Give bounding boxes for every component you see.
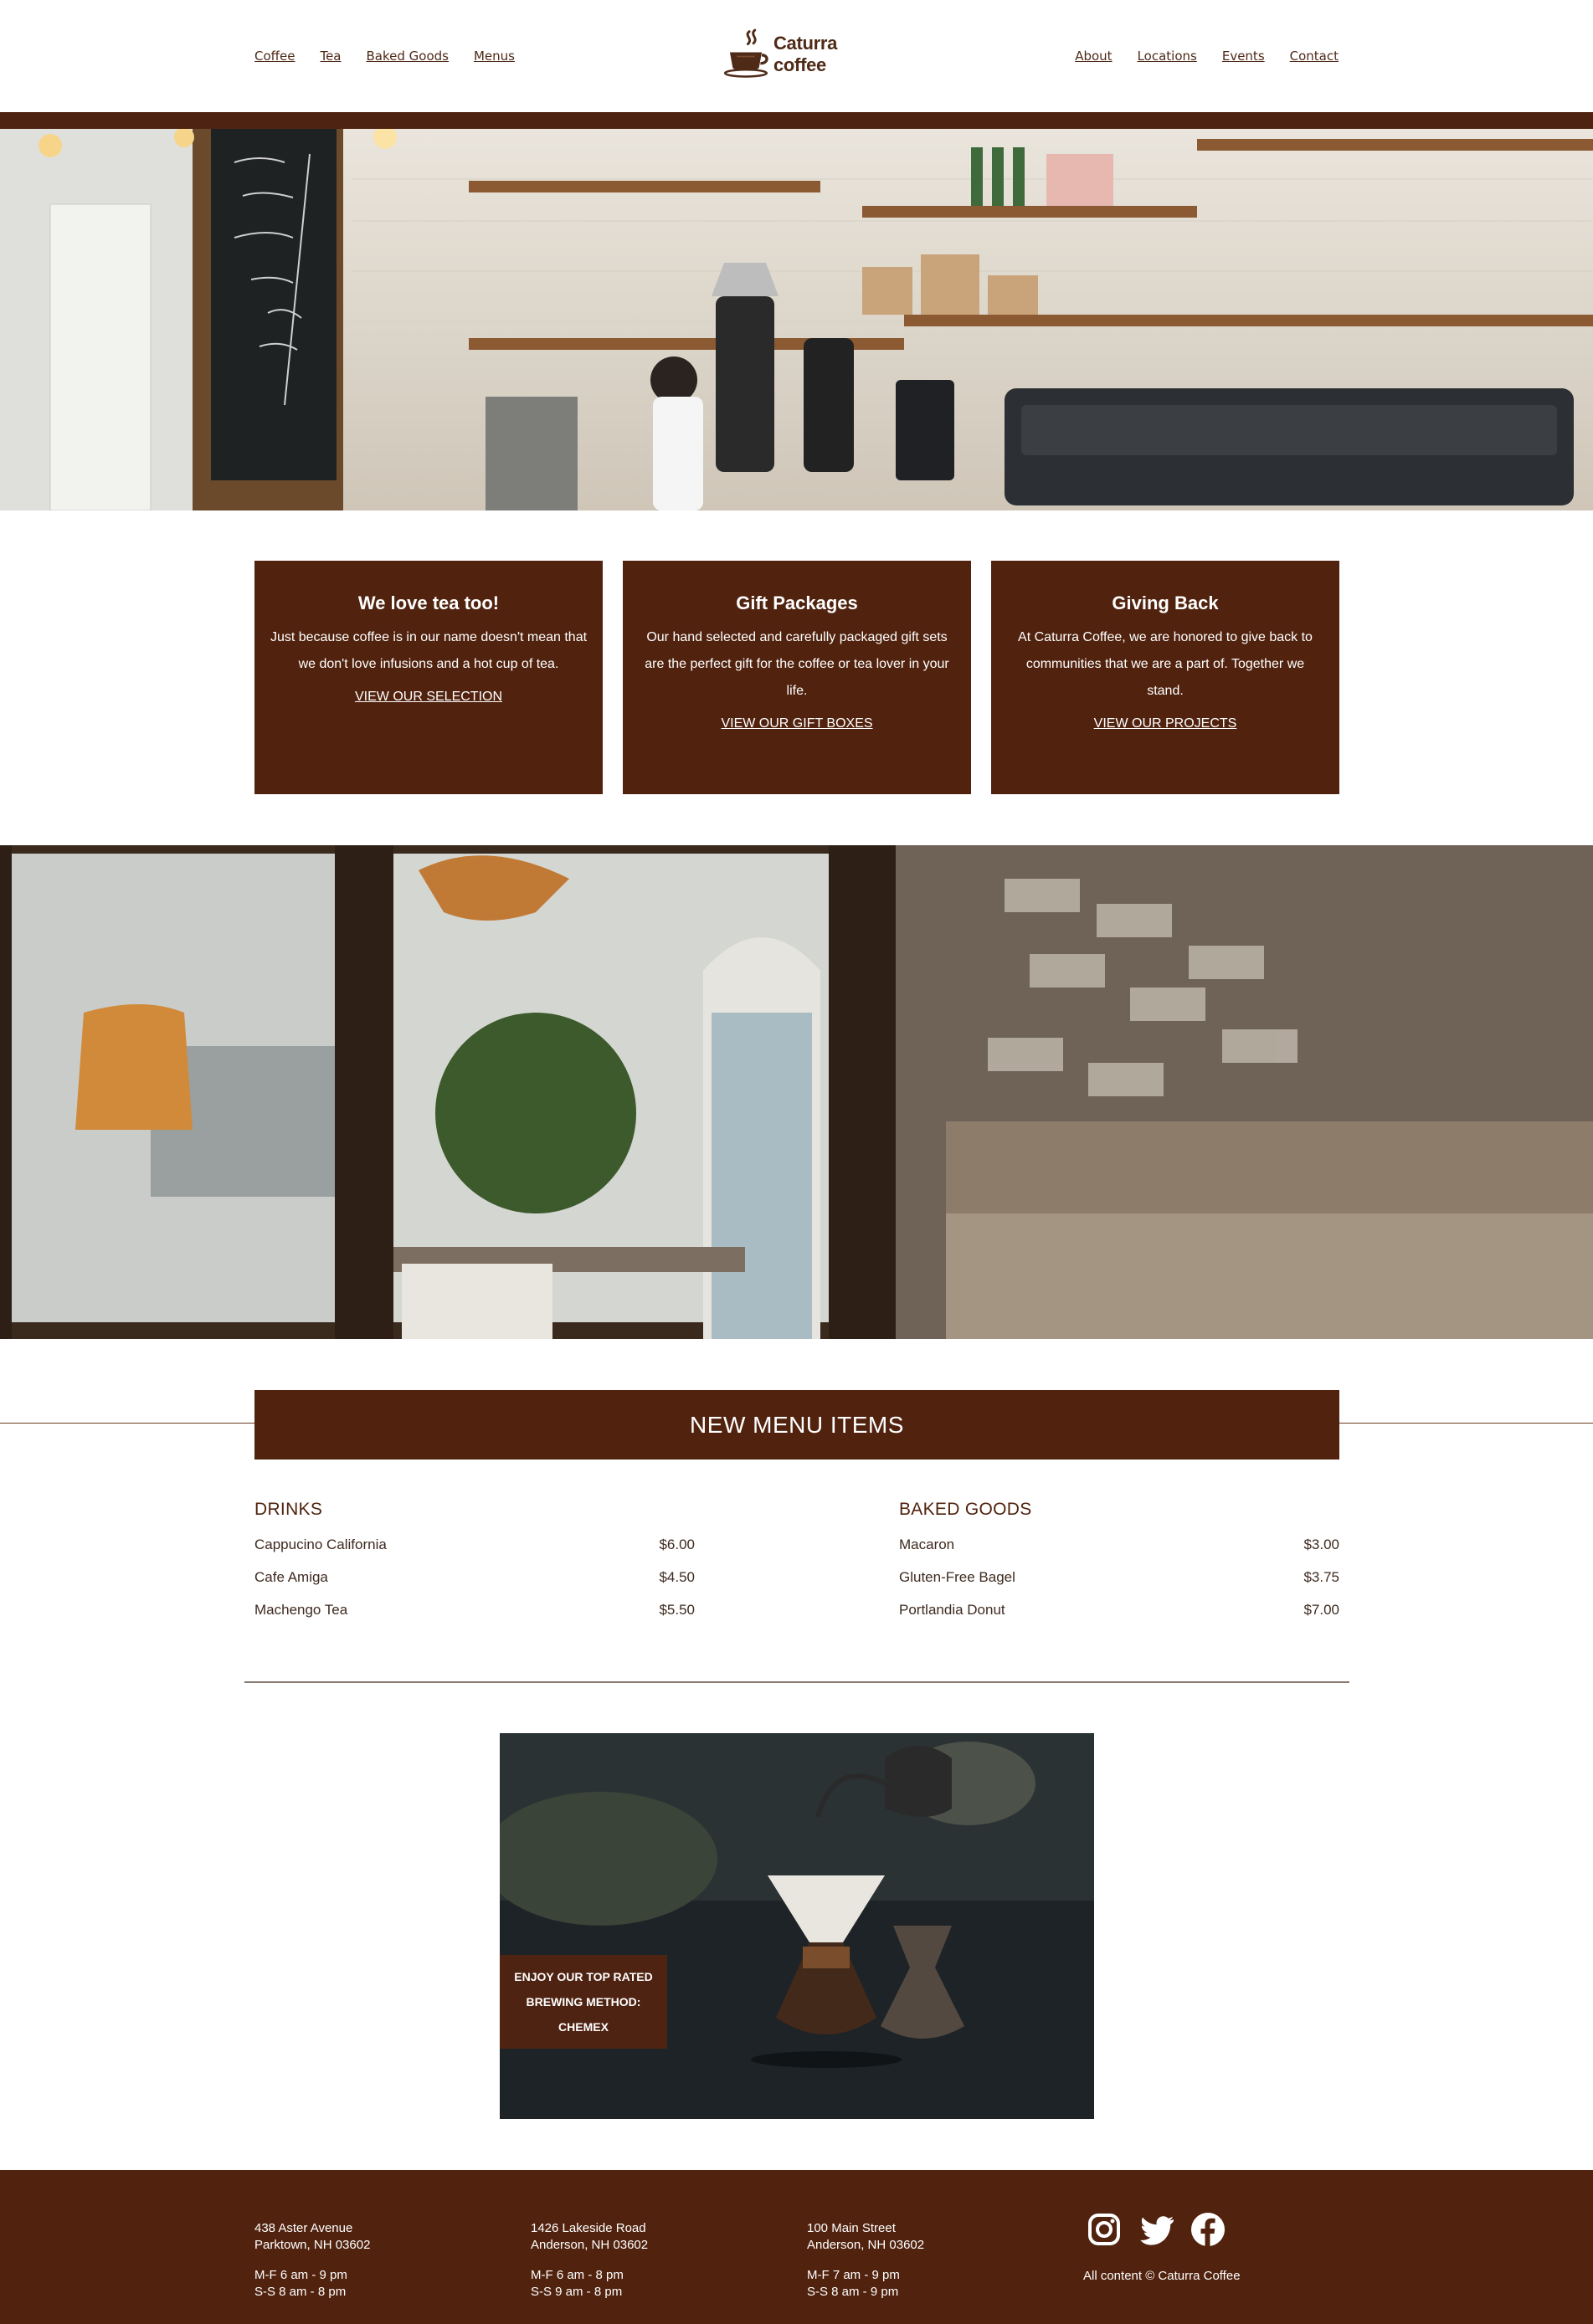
site-header: Coffee Tea Baked Goods Menus Caturra cof… bbox=[0, 0, 1593, 112]
feature-cards: We love tea too! Just because coffee is … bbox=[254, 561, 1339, 794]
menu-item-name: Macaron bbox=[899, 1537, 955, 1552]
location-hours-weekday: M-F 7 am - 9 pm bbox=[807, 2268, 900, 2282]
footer-location-3: 100 Main Street Anderson, NH 03602 M-F 7… bbox=[807, 2220, 924, 2301]
nav-right: About Locations Events Contact bbox=[1075, 49, 1339, 64]
footer-location-1: 438 Aster Avenue Parktown, NH 03602 M-F … bbox=[254, 2220, 370, 2301]
copyright-text: All content © Caturra Coffee bbox=[1083, 2269, 1241, 2283]
location-city: Anderson, NH 03602 bbox=[531, 2238, 649, 2252]
menu-heading-drinks: DRINKS bbox=[254, 1500, 323, 1519]
location-street: 1426 Lakeside Road bbox=[531, 2221, 646, 2235]
social-links bbox=[1087, 2212, 1226, 2247]
menu-item: Gluten-Free Bagel $3.75 bbox=[899, 1561, 1339, 1593]
location-hours-weekend: S-S 9 am - 8 pm bbox=[531, 2285, 623, 2299]
card-title: We love tea too! bbox=[357, 593, 500, 613]
chemex-feature-image: ENJOY OUR TOP RATED BREWING METHOD: CHEM… bbox=[500, 1733, 1094, 2119]
facebook-icon[interactable] bbox=[1190, 2212, 1226, 2247]
chemex-label-line2: BREWING METHOD: bbox=[526, 1995, 641, 2008]
menu-item-price: $4.50 bbox=[659, 1569, 695, 1585]
location-street: 100 Main Street bbox=[807, 2221, 896, 2235]
nav-link-baked-goods[interactable]: Baked Goods bbox=[367, 49, 449, 64]
menu-item-name: Cafe Amiga bbox=[254, 1569, 328, 1585]
location-city: Parktown, NH 03602 bbox=[254, 2238, 371, 2252]
nav-link-tea[interactable]: Tea bbox=[320, 49, 341, 64]
nav-left: Coffee Tea Baked Goods Menus bbox=[254, 49, 515, 64]
menu-item-name: Portlandia Donut bbox=[899, 1602, 1005, 1618]
footer-location-2: 1426 Lakeside Road Anderson, NH 03602 M-… bbox=[531, 2220, 648, 2301]
card-gift-packages: Gift Packages Our hand selected and care… bbox=[623, 561, 971, 794]
menu-item-price: $5.50 bbox=[659, 1602, 695, 1618]
nav-link-menus[interactable]: Menus bbox=[474, 49, 515, 64]
card-body: At Caturra Coffee, we are honored to giv… bbox=[1018, 630, 1313, 698]
card-tea: We love tea too! Just because coffee is … bbox=[254, 561, 603, 794]
menu-item-price: $3.00 bbox=[1303, 1537, 1339, 1552]
chemex-label-line1: ENJOY OUR TOP RATED bbox=[514, 1970, 653, 1983]
menu-heading-baked-goods: BAKED GOODS bbox=[899, 1500, 1032, 1519]
card-title: Giving Back bbox=[1112, 593, 1219, 613]
menu-item-price: $3.75 bbox=[1303, 1569, 1339, 1585]
menu-item: Macaron $3.00 bbox=[899, 1528, 1339, 1561]
nav-link-events[interactable]: Events bbox=[1222, 49, 1265, 64]
card-giving-back: Giving Back At Caturra Coffee, we are ho… bbox=[991, 561, 1339, 794]
menu-item-price: $7.00 bbox=[1303, 1602, 1339, 1618]
site-logo[interactable]: Caturra coffee bbox=[722, 23, 874, 85]
header-divider bbox=[0, 112, 1593, 129]
menu-item-name: Cappucino California bbox=[254, 1537, 387, 1552]
nav-link-about[interactable]: About bbox=[1075, 49, 1112, 64]
location-hours-weekday: M-F 6 am - 8 pm bbox=[531, 2268, 624, 2282]
menu-item-name: Gluten-Free Bagel bbox=[899, 1569, 1015, 1585]
menu-item: Cafe Amiga $4.50 bbox=[254, 1561, 695, 1593]
menu-item: Portlandia Donut $7.00 bbox=[899, 1593, 1339, 1626]
hero-image-coffee-bar bbox=[0, 129, 1593, 510]
nav-link-coffee[interactable]: Coffee bbox=[254, 49, 295, 64]
nav-link-locations[interactable]: Locations bbox=[1138, 49, 1197, 64]
nav-link-contact[interactable]: Contact bbox=[1290, 49, 1339, 64]
view-gift-boxes-link[interactable]: VIEW OUR GIFT BOXES bbox=[721, 716, 872, 731]
twitter-icon[interactable] bbox=[1138, 2212, 1174, 2247]
card-body: Our hand selected and carefully packaged… bbox=[645, 630, 949, 698]
view-selection-link[interactable]: VIEW OUR SELECTION bbox=[355, 690, 502, 705]
menu-banner: NEW MENU ITEMS bbox=[254, 1390, 1339, 1460]
location-hours-weekday: M-F 6 am - 9 pm bbox=[254, 2268, 347, 2282]
menu-item: Cappucino California $6.00 bbox=[254, 1528, 695, 1561]
location-city: Anderson, NH 03602 bbox=[807, 2238, 925, 2252]
menu-baked-goods: BAKED GOODS Macaron $3.00 Gluten-Free Ba… bbox=[899, 1500, 1339, 1626]
card-body: Just because coffee is in our name doesn… bbox=[270, 630, 588, 671]
location-street: 438 Aster Avenue bbox=[254, 2221, 353, 2235]
menu-drinks: DRINKS Cappucino California $6.00 Cafe A… bbox=[254, 1500, 695, 1626]
menu-item-price: $6.00 bbox=[659, 1537, 695, 1552]
site-footer: 438 Aster Avenue Parktown, NH 03602 M-F … bbox=[0, 2170, 1593, 2324]
logo-text: Caturra coffee bbox=[773, 33, 838, 75]
chemex-label: ENJOY OUR TOP RATED BREWING METHOD: CHEM… bbox=[500, 1955, 667, 2049]
menu-item-name: Machengo Tea bbox=[254, 1602, 348, 1618]
view-projects-link[interactable]: VIEW OUR PROJECTS bbox=[1094, 716, 1237, 731]
hero-image-cafe-interior bbox=[0, 845, 1593, 1339]
section-divider bbox=[244, 1681, 1349, 1683]
location-hours-weekend: S-S 8 am - 8 pm bbox=[254, 2285, 347, 2299]
instagram-icon[interactable] bbox=[1087, 2212, 1122, 2247]
card-title: Gift Packages bbox=[736, 593, 858, 613]
location-hours-weekend: S-S 8 am - 9 pm bbox=[807, 2285, 899, 2299]
coffee-cup-icon bbox=[723, 28, 768, 78]
menu-item: Machengo Tea $5.50 bbox=[254, 1593, 695, 1626]
chemex-label-line3: CHEMEX bbox=[558, 2020, 609, 2034]
